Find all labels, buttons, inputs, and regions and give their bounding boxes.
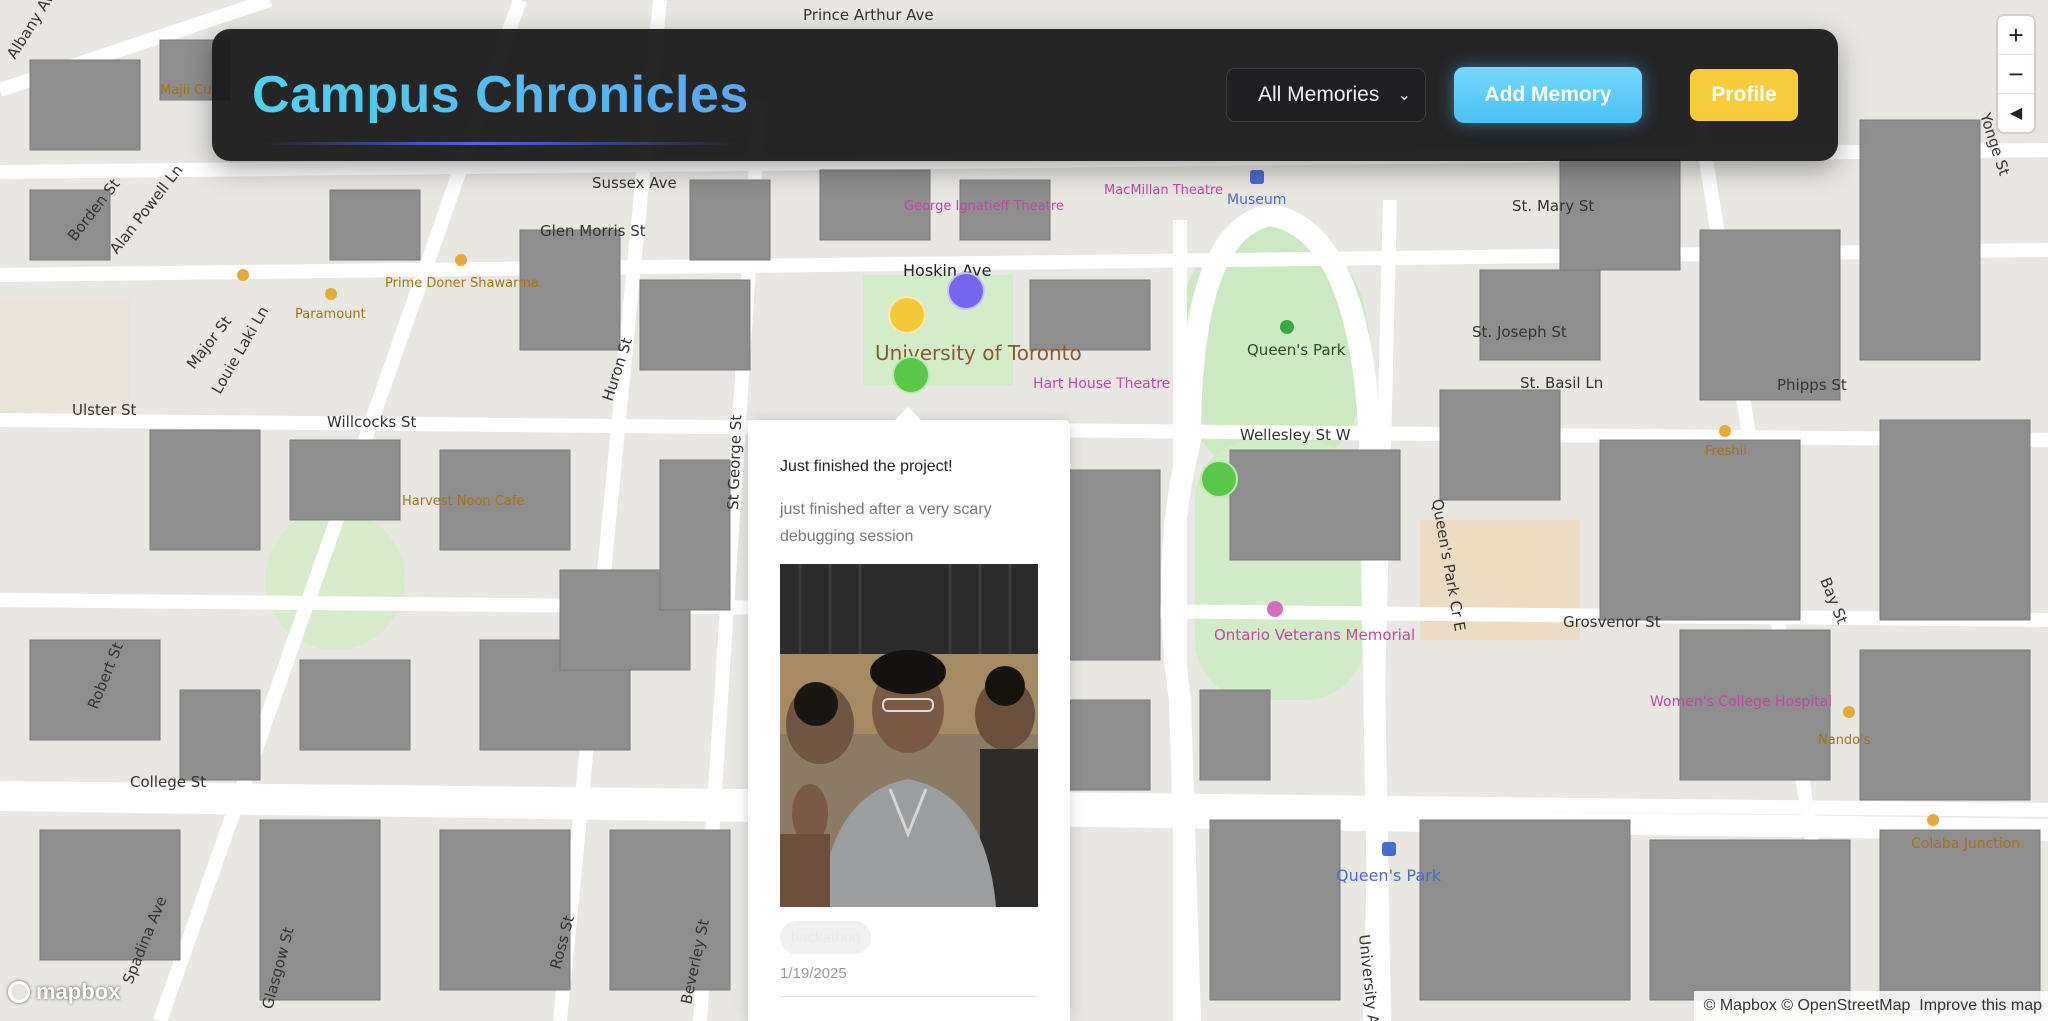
street-label: Sussex Ave [592,174,677,192]
attribution-text: © Mapbox © OpenStreetMap Improve this ma… [1703,997,2042,1014]
profile-button[interactable]: Profile [1690,69,1798,121]
map-attribution[interactable]: © Mapbox © OpenStreetMap Improve this ma… [1693,991,2048,1021]
place-label: Nando's [1818,733,1871,748]
map-controls: + − ◀ [1998,16,2034,132]
popup-tip [895,407,921,420]
add-memory-button[interactable]: Add Memory [1454,67,1642,123]
street-label: St. Joseph St [1472,323,1567,341]
street-label: Willcocks St [327,413,416,431]
place-label: Museum [1227,192,1286,208]
chevron-down-icon: ⌄ [1397,87,1411,104]
place-label: Hart House Theatre [1033,376,1170,392]
street-label: Glen Morris St [540,222,646,240]
compass-button[interactable]: ◀ [1998,94,2034,132]
street-label: Phipps St [1777,376,1847,394]
brand: Campus Chronicles [252,65,749,145]
mapbox-logo-icon [8,981,30,1003]
memory-filter-select[interactable]: All Memories ⌄ [1226,68,1426,122]
street-label: Wellesley St W [1240,426,1351,444]
place-label: Harvest Noon Cafe [402,494,524,509]
street-label: Prince Arthur Ave [803,6,934,24]
memorial-pin-icon [1267,601,1283,617]
memory-tag[interactable]: hackathon [780,921,872,954]
street-label: St. Basil Ln [1520,374,1603,392]
place-label: Queen's Park [1336,866,1442,885]
street-label: St George St [724,414,745,510]
memory-marker[interactable] [947,272,985,310]
place-label: Paramount [295,307,366,322]
filter-selected-value: All Memories [1258,83,1380,106]
memory-title: Just finished the project! [780,458,953,475]
museum-pin-icon [1250,170,1264,184]
street-label: College St [130,773,206,791]
memory-description: just finished after a very scary debuggi… [780,501,992,545]
memory-date: 1/19/2025 [780,965,847,982]
app-title: Campus Chronicles [252,66,749,124]
place-label: Ontario Veterans Memorial [1214,626,1415,644]
park-pin-icon [1280,320,1294,334]
mapbox-logo[interactable]: mapbox [8,979,120,1005]
subway-pin-icon [1382,842,1396,856]
street-label: Ulster St [72,401,137,419]
memory-marker[interactable] [888,296,926,334]
app-header: Campus Chronicles All Memories ⌄ Add Mem… [212,29,1838,161]
mapbox-logo-text: mapbox [36,979,121,1004]
place-label: Freshii [1705,444,1747,459]
place-label: Women's College Hospital [1650,694,1832,710]
photo-image [780,564,1038,907]
place-label: George Ignatieff Theatre [904,199,1064,214]
zoom-out-button[interactable]: − [1998,55,2034,94]
title-underline [262,142,739,145]
memory-photo [780,564,1038,907]
zoom-in-button[interactable]: + [1998,16,2034,55]
place-label: Colaba Junction [1911,836,2020,852]
campus-green [863,275,1013,385]
memory-marker[interactable] [1200,460,1238,498]
place-label: Prime Doner Shawarma [385,276,539,291]
memory-popup: Just finished the project! just finished… [748,407,1070,1021]
place-label: Queen's Park [1247,341,1346,359]
popup-divider [780,996,1038,997]
memory-marker[interactable] [892,356,930,394]
street-label: St. Mary St [1512,197,1594,215]
place-label: MacMillan Theatre [1104,183,1223,198]
street-label: Grosvenor St [1563,613,1661,631]
